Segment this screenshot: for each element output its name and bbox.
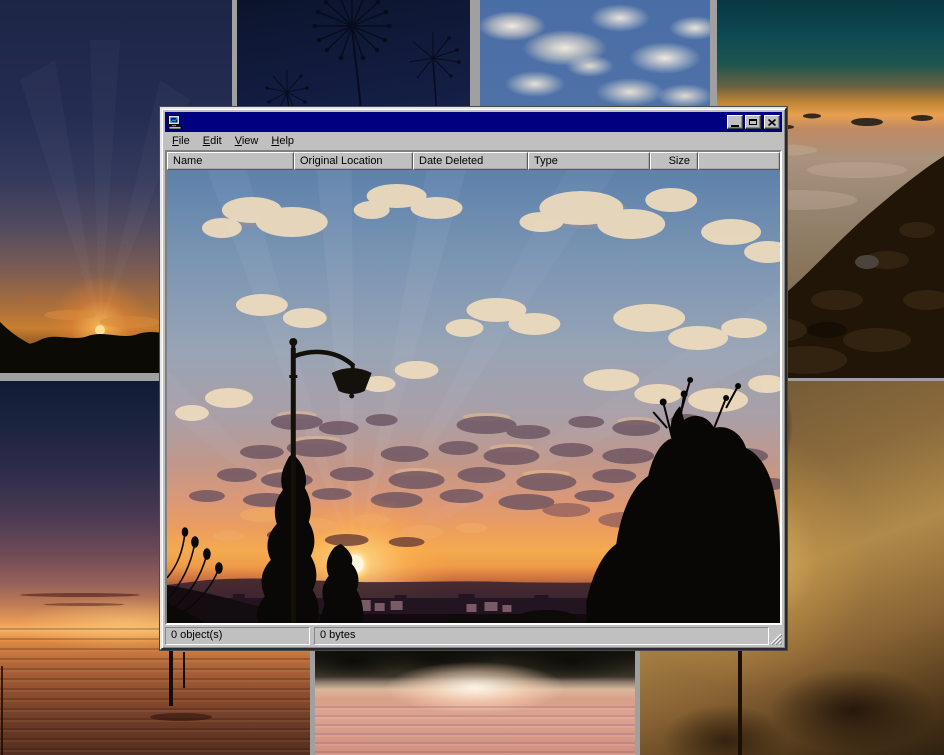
minimize-icon — [731, 125, 739, 127]
resize-grip[interactable] — [769, 632, 782, 645]
pole-reflection — [150, 713, 212, 721]
column-header-original-location[interactable]: Original Location — [294, 152, 413, 170]
close-button[interactable] — [764, 115, 780, 129]
water-ripples — [315, 706, 635, 755]
maximize-icon — [749, 119, 757, 125]
list-view: Name Original Location Date Deleted Type… — [165, 150, 782, 625]
menu-view[interactable]: View — [229, 133, 266, 149]
menu-edit[interactable]: Edit — [197, 133, 229, 149]
cloud-streak — [44, 603, 124, 606]
column-header-type[interactable]: Type — [528, 152, 650, 170]
column-header-date-deleted[interactable]: Date Deleted — [413, 152, 528, 170]
cloud-streak — [20, 593, 140, 597]
water-pole — [169, 648, 173, 706]
title-bar[interactable] — [165, 112, 782, 132]
menu-file[interactable]: File — [166, 133, 197, 149]
status-size: 0 bytes — [314, 627, 769, 645]
recycle-bin-window: File Edit View Help Name Original Locati… — [160, 107, 787, 650]
column-header-name[interactable]: Name — [167, 152, 294, 170]
status-bar: 0 object(s) 0 bytes — [165, 627, 782, 645]
menu-bar: File Edit View Help — [165, 132, 782, 150]
water-pole — [183, 652, 185, 688]
column-headers: Name Original Location Date Deleted Type… — [167, 152, 780, 170]
sunset-photo-art — [167, 170, 780, 623]
status-object-count: 0 object(s) — [165, 627, 310, 645]
water-pole — [1, 666, 3, 755]
window-content-sunset-photo[interactable] — [167, 170, 780, 623]
minimize-button[interactable] — [727, 115, 743, 129]
lamp-pole-background — [738, 650, 742, 755]
maximize-button[interactable] — [745, 115, 761, 129]
close-icon — [768, 119, 776, 126]
desktop: { "desktop": { "wallpaper_tiles": [ {"na… — [0, 0, 944, 755]
menu-help[interactable]: Help — [265, 133, 301, 149]
computer-icon[interactable] — [167, 114, 183, 130]
column-header-filler — [698, 152, 780, 170]
column-header-size[interactable]: Size — [650, 152, 698, 170]
